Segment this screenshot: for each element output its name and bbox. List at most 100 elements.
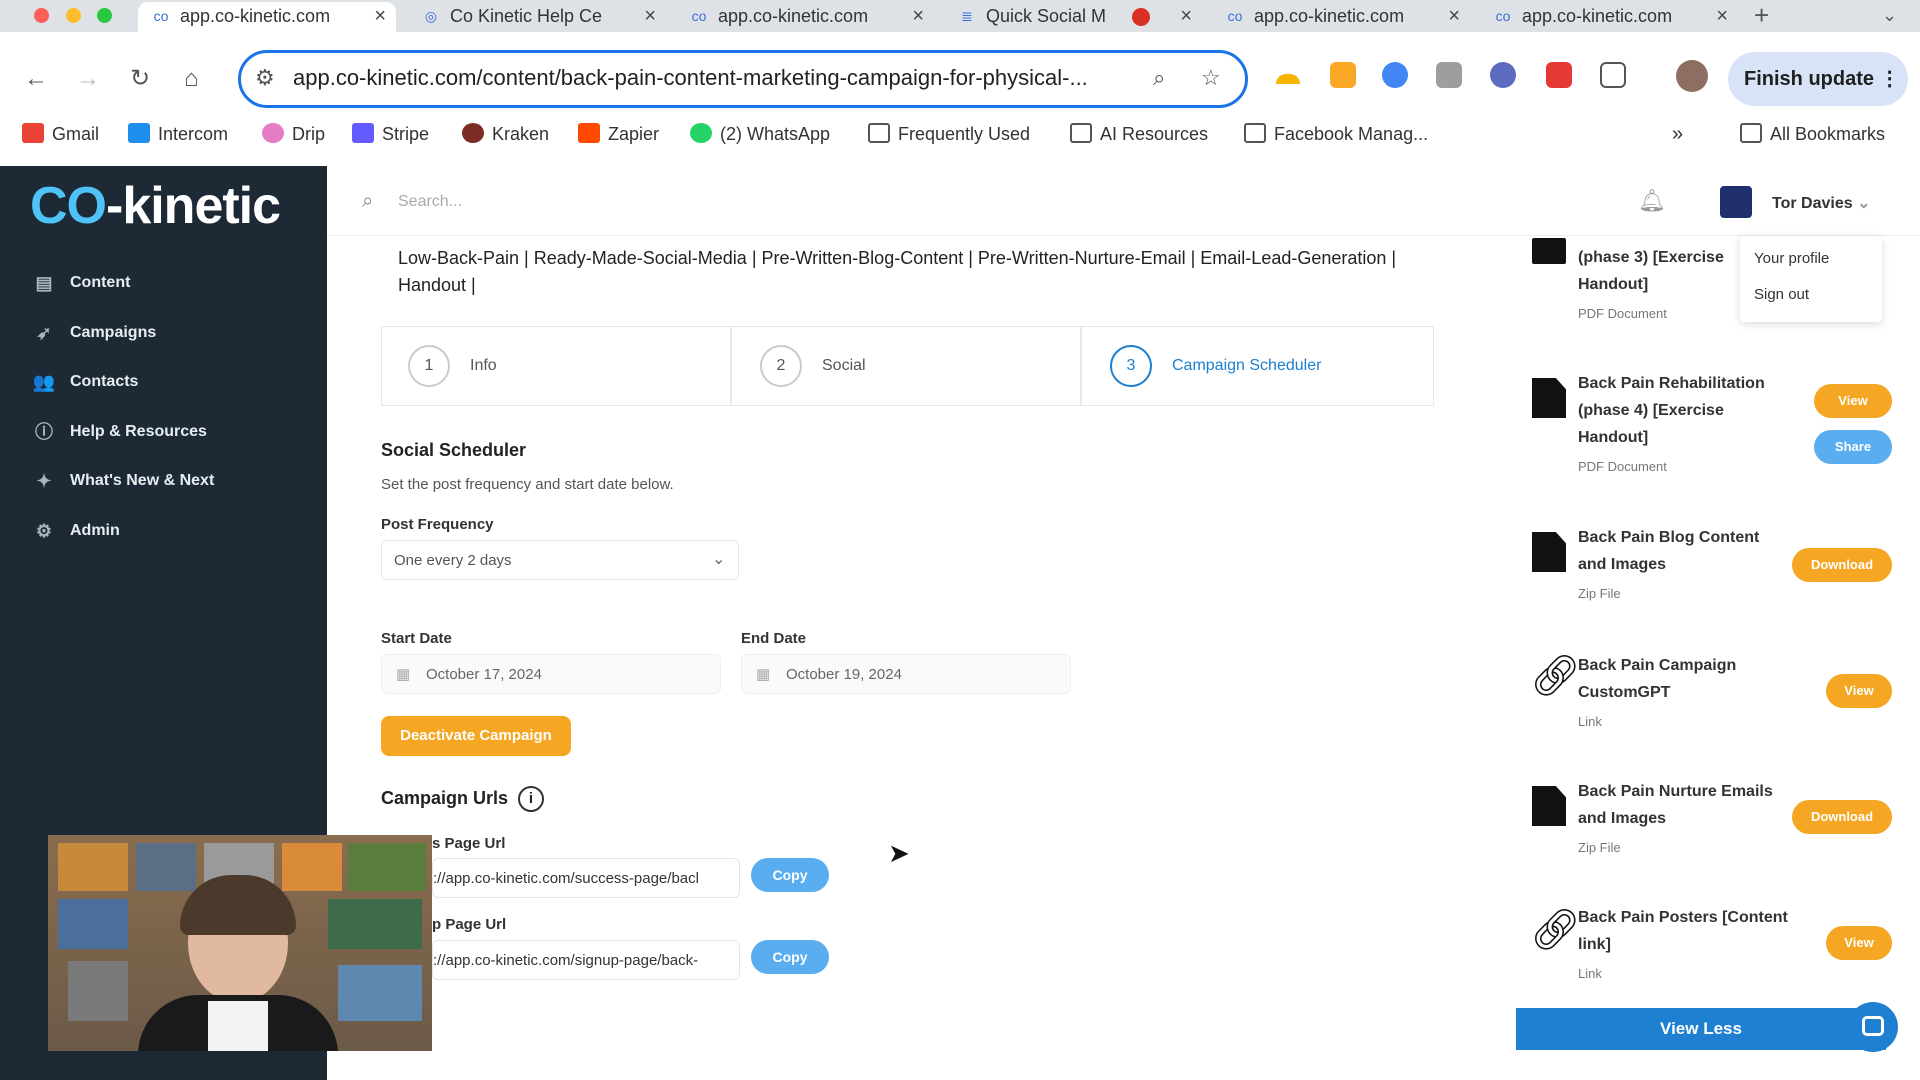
sidebar-item-contacts[interactable]: 👥 Contacts	[32, 367, 139, 397]
minimize-window-button[interactable]	[66, 8, 81, 23]
pdf-file-icon	[1532, 238, 1566, 264]
signup-page-url-input[interactable]: ://app.co-kinetic.com/signup-page/back-	[432, 940, 740, 980]
success-page-url-input[interactable]: ://app.co-kinetic.com/success-page/bacl	[432, 858, 740, 898]
view-less-button[interactable]: View Less	[1516, 1008, 1886, 1050]
kraken-icon	[462, 123, 484, 143]
avatar[interactable]	[1676, 60, 1708, 92]
bookmark-intercom[interactable]: Intercom	[128, 122, 228, 146]
zoom-icon[interactable]: ⌕	[1153, 65, 1165, 91]
view-button[interactable]: View	[1826, 674, 1892, 708]
close-icon[interactable]: ×	[1448, 2, 1460, 30]
folder-icon	[868, 123, 890, 143]
bookmark-whatsapp[interactable]: (2) WhatsApp	[690, 122, 830, 146]
browser-tab[interactable]: ◎ Co Kinetic Help Ce ×	[408, 2, 666, 32]
step-campaign-scheduler[interactable]: 3 Campaign Scheduler	[1081, 326, 1434, 406]
address-bar[interactable]: ⚙ app.co-kinetic.com/content/back-pain-c…	[238, 50, 1248, 108]
sidebar-item-content[interactable]: ▤ Content	[32, 268, 130, 298]
close-icon[interactable]: ×	[1180, 2, 1192, 30]
extension-icon[interactable]	[1490, 62, 1516, 88]
close-icon[interactable]: ×	[1716, 2, 1728, 30]
step-number: 3	[1110, 345, 1152, 387]
step-social[interactable]: 2 Social	[731, 326, 1081, 406]
close-window-button[interactable]	[34, 8, 49, 23]
chat-launcher-button[interactable]	[1848, 1002, 1898, 1052]
camera-icon[interactable]	[1436, 62, 1462, 88]
step-info[interactable]: 1 Info	[381, 326, 731, 406]
sidebar-item-admin[interactable]: ⚙ Admin	[32, 516, 120, 546]
view-button[interactable]: View	[1814, 384, 1892, 418]
copy-button[interactable]: Copy	[751, 940, 829, 974]
post-frequency-select[interactable]: One every 2 days ⌄	[381, 540, 739, 580]
end-date-field[interactable]: ▦ October 19, 2024	[741, 654, 1071, 694]
section-description: Set the post frequency and start date be…	[381, 476, 674, 493]
finish-update-button[interactable]: Finish update ⋮	[1728, 52, 1908, 106]
forward-icon[interactable]: →	[76, 64, 100, 94]
close-icon[interactable]: ×	[644, 2, 656, 30]
all-bookmarks-button[interactable]: All Bookmarks	[1740, 122, 1885, 146]
bookmark-folder-facebook[interactable]: Facebook Manag...	[1244, 122, 1428, 146]
bookmark-gmail[interactable]: Gmail	[22, 122, 99, 146]
step-number: 1	[408, 345, 450, 387]
copy-button[interactable]: Copy	[751, 858, 829, 892]
view-button[interactable]: View	[1826, 926, 1892, 960]
site-settings-icon[interactable]: ⚙	[255, 65, 275, 91]
sidebar-item-campaigns[interactable]: ➶ Campaigns	[32, 318, 156, 348]
browser-tab[interactable]: co app.co-kinetic.com ×	[676, 2, 934, 32]
info-icon[interactable]: i	[518, 786, 544, 812]
start-date-field[interactable]: ▦ October 17, 2024	[381, 654, 721, 694]
sidebar-item-help[interactable]: ⓘ Help & Resources	[32, 417, 207, 447]
bookmark-zapier[interactable]: Zapier	[578, 122, 659, 146]
menu-item-signout[interactable]: Sign out	[1754, 286, 1809, 303]
maximize-window-button[interactable]	[97, 8, 112, 23]
reload-icon[interactable]: ↻	[130, 64, 150, 94]
co-kinetic-logo[interactable]: CO-kinetic	[30, 176, 281, 236]
calendar-icon: ▦	[756, 666, 771, 683]
bookmark-folder-ai-resources[interactable]: AI Resources	[1070, 122, 1208, 146]
deactivate-campaign-button[interactable]: Deactivate Campaign	[381, 716, 571, 756]
sidebar-item-whats-new[interactable]: ✦ What's New & Next	[32, 466, 214, 496]
bookmark-kraken[interactable]: Kraken	[462, 122, 549, 146]
folder-icon	[1740, 123, 1762, 143]
extension-icon[interactable]	[1330, 62, 1356, 88]
field-label: End Date	[741, 630, 807, 647]
extension-icon[interactable]	[1546, 62, 1572, 88]
bookmark-stripe[interactable]: Stripe	[352, 122, 429, 146]
field-label: Post Frequency	[381, 516, 494, 533]
close-icon[interactable]: ×	[374, 2, 386, 30]
document-favicon-icon: ≣	[961, 8, 973, 24]
wall-photo	[282, 843, 342, 891]
bookmark-drip[interactable]: Drip	[262, 122, 325, 146]
bookmark-star-icon[interactable]: ☆	[1201, 65, 1221, 91]
bell-icon[interactable]: 🔔︎	[1638, 188, 1666, 214]
extension-icon[interactable]	[1382, 62, 1408, 88]
browser-tab[interactable]: co app.co-kinetic.com ×	[138, 2, 396, 32]
share-button[interactable]: Share	[1814, 430, 1892, 464]
avatar[interactable]	[1720, 186, 1752, 218]
browser-tab[interactable]: co app.co-kinetic.com ×	[1212, 2, 1470, 32]
search-input[interactable]: Search...	[398, 193, 462, 211]
download-button[interactable]: Download	[1792, 800, 1892, 834]
browser-tab[interactable]: co app.co-kinetic.com ×	[1480, 2, 1738, 32]
home-icon[interactable]: ⌂	[184, 64, 199, 94]
resource-item: Back Pain Blog Content and Images Zip Fi…	[1578, 529, 1760, 601]
close-icon[interactable]: ×	[912, 2, 924, 30]
browser-tab[interactable]: ≣ Quick Social M ×	[944, 2, 1202, 32]
bookmarks-overflow-button[interactable]: »	[1672, 122, 1683, 146]
folder-icon	[1244, 123, 1266, 143]
campaign-tags: Low-Back-Pain | Ready-Made-Social-Media …	[398, 248, 1397, 268]
new-tab-button[interactable]: +	[1754, 0, 1769, 30]
rocket-icon: ➶	[36, 323, 52, 343]
menu-item-profile[interactable]: Your profile	[1754, 250, 1829, 267]
bookmark-folder-frequently-used[interactable]: Frequently Used	[868, 122, 1030, 146]
puzzle-icon[interactable]	[1600, 62, 1626, 88]
back-icon[interactable]: ←	[24, 64, 48, 94]
wall-photo	[136, 843, 196, 891]
extension-icon[interactable]	[1276, 74, 1300, 84]
co-kinetic-favicon-icon: co	[1227, 8, 1243, 24]
wall-photo	[58, 899, 128, 949]
user-menu-button[interactable]: Tor Davies ⌄	[1772, 193, 1870, 213]
download-button[interactable]: Download	[1792, 548, 1892, 582]
download-file-icon	[1532, 532, 1566, 572]
zapier-icon	[578, 123, 600, 143]
tab-search-icon[interactable]: ⌄	[1882, 0, 1897, 30]
